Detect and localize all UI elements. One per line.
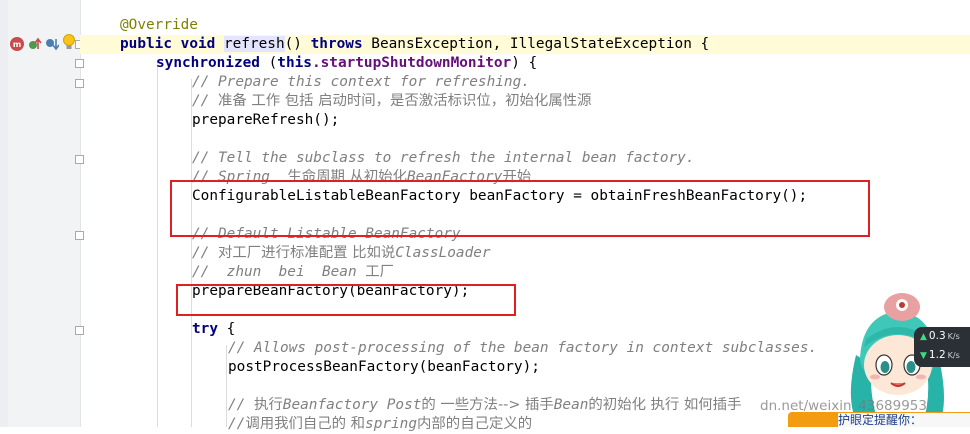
code-line-13-comment: // 对工厂进行标准配置 比如说ClassLoader <box>192 244 491 263</box>
override-method-icon[interactable]: m <box>10 37 24 51</box>
comment-prefix: // <box>228 397 254 413</box>
editor-gutter: m <box>8 0 84 427</box>
keyword-void: void <box>180 36 216 52</box>
code-line-9-comment: // Spring 生命周期 从初始化BeanFactory开始 <box>192 168 531 187</box>
comment-part: spring <box>365 416 418 432</box>
comment-cjk: 执行 <box>254 397 283 413</box>
code-line-21-comment: // 执行Beanfactory Post的 一些方法--> 插手Bean的初始… <box>228 396 741 415</box>
code-line-12-comment: // Default Listable BeanFactory <box>192 226 461 242</box>
arrow-down-icon: ▼ <box>920 351 927 361</box>
comment-cjk: 工厂 <box>365 264 395 280</box>
field-startup-monitor: .startupShutdownMonitor <box>311 55 512 71</box>
code-line-10: ConfigurableListableBeanFactory beanFact… <box>192 188 808 204</box>
upload-speed: ▲ 0.3 K/s <box>920 330 960 342</box>
comment-cjk: 调用我们自己的 和 <box>245 416 366 432</box>
comment-cjk: 开始 <box>502 169 532 185</box>
code-line-1: @Override <box>120 16 198 35</box>
try-brace: { <box>218 321 236 337</box>
code-line-19: postProcessBeanFactory(beanFactory); <box>228 359 540 375</box>
network-speed-widget[interactable]: ▲ 0.3 K/s ▼ 1.2 K/s <box>914 327 970 367</box>
indent-guide <box>157 60 158 427</box>
comment-cjk: 生命周期 从初始化 <box>287 169 408 185</box>
implements-up-arrow-icon[interactable] <box>28 37 42 51</box>
comment-cjk: 的初始化 执行 如何插手 <box>588 397 742 413</box>
download-value: 1.2 <box>928 349 946 361</box>
comment-prefix: // <box>192 245 218 261</box>
lightbulb-icon[interactable] <box>62 33 76 51</box>
keyword-throws: throws <box>310 36 363 52</box>
upload-value: 0.3 <box>928 330 946 342</box>
comment-prefix: // <box>192 93 218 109</box>
overridden-down-arrow-icon[interactable] <box>45 37 59 51</box>
sync-open: ( <box>259 55 278 71</box>
comment-cjk: 的 一些方法--> 插手 <box>421 397 554 413</box>
comment-part: // zhun bei Bean <box>192 264 366 280</box>
comment-prefix: // <box>228 416 246 432</box>
code-line-14-comment: // zhun bei Bean 工厂 <box>192 263 394 282</box>
method-name-refresh[interactable]: refresh <box>223 36 285 52</box>
keyword-public: public <box>120 36 172 52</box>
method-params: () <box>284 36 311 52</box>
comment-part: ClassLoader <box>395 245 491 261</box>
code-editor[interactable]: @Override public void refresh() throws B… <box>80 0 970 432</box>
upload-unit: K/s <box>947 332 960 341</box>
code-line-3: synchronized (this.startupShutdownMonito… <box>156 54 537 73</box>
sync-close: ) { <box>511 55 538 71</box>
arrow-up-icon: ▲ <box>920 332 927 342</box>
indent-guide <box>226 345 227 427</box>
download-unit: K/s <box>947 351 960 360</box>
keyword-try: try <box>192 321 218 337</box>
code-line-6: prepareRefresh(); <box>192 112 340 128</box>
comment-part: Bean <box>553 397 589 413</box>
code-line-4-comment: // Prepare this context for refreshing. <box>192 74 530 90</box>
code-line-15: prepareBeanFactory(beanFactory); <box>192 283 470 299</box>
code-line-22-comment: //调用我们自己的 和spring内部的自己定义的 <box>228 415 532 434</box>
code-line-2-current: public void refresh() throws BeansExcept… <box>80 35 970 54</box>
comment-part: // Spring <box>192 169 288 185</box>
keyword-synchronized: synchronized <box>156 55 260 71</box>
annotation-override: @Override <box>120 17 198 33</box>
comment-cjk: 内部的自己定义的 <box>417 416 533 432</box>
comment-part: Beanfactory Post <box>282 397 422 413</box>
comment-cjk: 对工厂进行标准配置 比如说 <box>218 245 396 261</box>
download-speed: ▼ 1.2 K/s <box>920 349 960 361</box>
reminder-text: 护眼定提醒你： <box>838 413 970 427</box>
comment-cjk: 准备 工作 包括 启动时间，是否激活标识位，初始化属性源 <box>218 93 592 109</box>
keyword-this: this <box>277 55 312 71</box>
comment-part: BeanFactory <box>407 169 503 185</box>
code-line-17: try { <box>192 320 235 339</box>
code-line-5-comment: // 准备 工作 包括 启动时间，是否激活标识位，初始化属性源 <box>192 92 592 111</box>
code-line-18-comment: // Allows post-processing of the bean fa… <box>228 340 818 356</box>
code-line-8-comment: // Tell the subclass to refresh the inte… <box>192 150 695 166</box>
throws-clause: BeansException, IllegalStateException { <box>362 36 710 52</box>
